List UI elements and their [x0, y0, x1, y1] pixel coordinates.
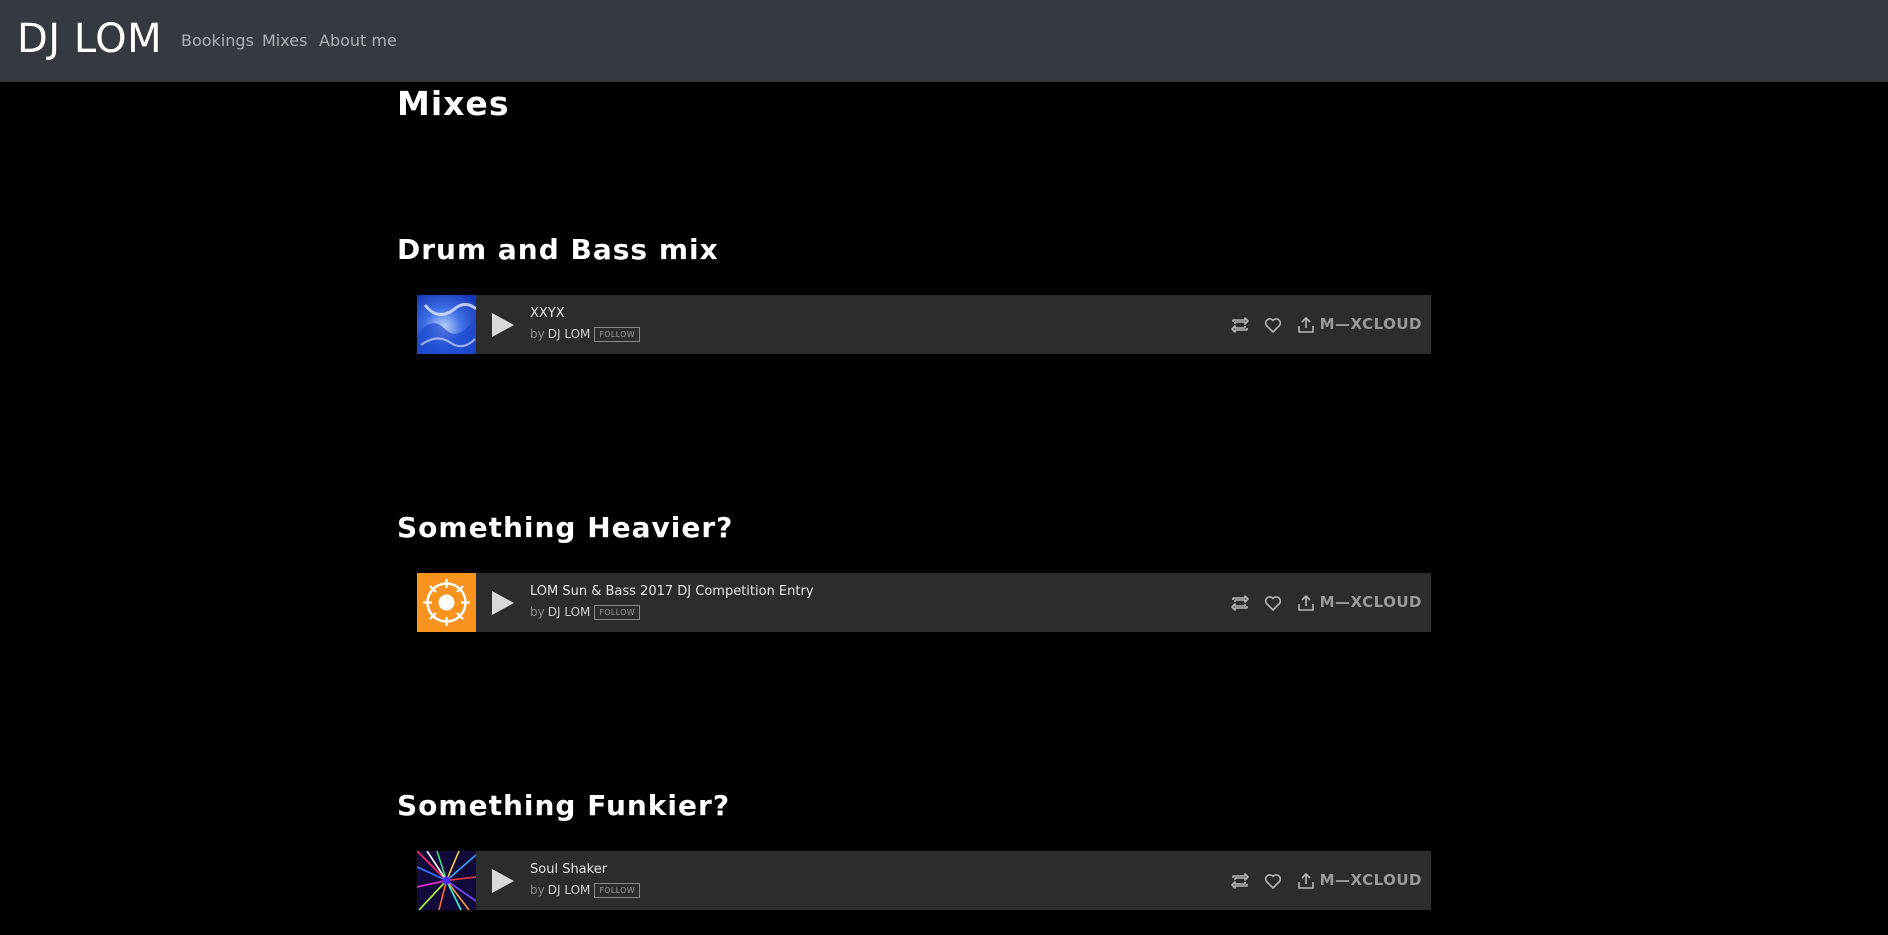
- mixcloud-logo[interactable]: M—XCLOUD: [1320, 315, 1422, 333]
- section-title: Something Funkier?: [397, 789, 731, 822]
- nav-link-mixes[interactable]: Mixes: [262, 30, 307, 52]
- section-title: Something Heavier?: [397, 511, 734, 544]
- play-icon[interactable]: [492, 591, 514, 615]
- artist-link[interactable]: DJ LOM: [548, 883, 591, 897]
- nav-link-bookings[interactable]: Bookings: [181, 30, 254, 52]
- follow-button[interactable]: FOLLOW: [594, 327, 640, 342]
- mixcloud-logo[interactable]: M—XCLOUD: [1320, 871, 1422, 889]
- repost-icon[interactable]: [1229, 314, 1251, 336]
- track-title[interactable]: LOM Sun & Bass 2017 DJ Competition Entry: [530, 584, 814, 600]
- navbar: DJ LOM Bookings Mixes About me: [0, 0, 1888, 82]
- by-label: by: [530, 883, 545, 897]
- page-title: Mixes: [397, 84, 510, 123]
- artwork-image[interactable]: [417, 851, 476, 910]
- section-title: Drum and Bass mix: [397, 233, 719, 266]
- byline: by DJ LOM FOLLOW: [530, 326, 640, 342]
- track-title[interactable]: Soul Shaker: [530, 862, 607, 878]
- mixcloud-player: LOM Sun & Bass 2017 DJ Competition Entry…: [417, 573, 1431, 632]
- brand-logo[interactable]: DJ LOM: [17, 14, 162, 64]
- heart-icon[interactable]: [1262, 314, 1284, 336]
- play-icon[interactable]: [492, 869, 514, 893]
- share-icon[interactable]: [1295, 314, 1317, 336]
- mixcloud-player: Soul Shaker by DJ LOM FOLLOW M—XCLOUD: [417, 851, 1431, 910]
- heart-icon[interactable]: [1262, 870, 1284, 892]
- follow-button[interactable]: FOLLOW: [594, 605, 640, 620]
- byline: by DJ LOM FOLLOW: [530, 604, 640, 620]
- repost-icon[interactable]: [1229, 592, 1251, 614]
- nav-link-about[interactable]: About me: [319, 30, 397, 52]
- track-title[interactable]: XXYX: [530, 306, 565, 322]
- by-label: by: [530, 605, 545, 619]
- mixcloud-player: XXYX by DJ LOM FOLLOW M—XCLOUD: [417, 295, 1431, 354]
- artwork-image[interactable]: [417, 295, 476, 354]
- byline: by DJ LOM FOLLOW: [530, 882, 640, 898]
- mixcloud-logo[interactable]: M—XCLOUD: [1320, 593, 1422, 611]
- share-icon[interactable]: [1295, 870, 1317, 892]
- by-label: by: [530, 327, 545, 341]
- follow-button[interactable]: FOLLOW: [594, 883, 640, 898]
- artist-link[interactable]: DJ LOM: [548, 327, 591, 341]
- play-icon[interactable]: [492, 313, 514, 337]
- artwork-image[interactable]: [417, 573, 476, 632]
- artist-link[interactable]: DJ LOM: [548, 605, 591, 619]
- share-icon[interactable]: [1295, 592, 1317, 614]
- repost-icon[interactable]: [1229, 870, 1251, 892]
- heart-icon[interactable]: [1262, 592, 1284, 614]
